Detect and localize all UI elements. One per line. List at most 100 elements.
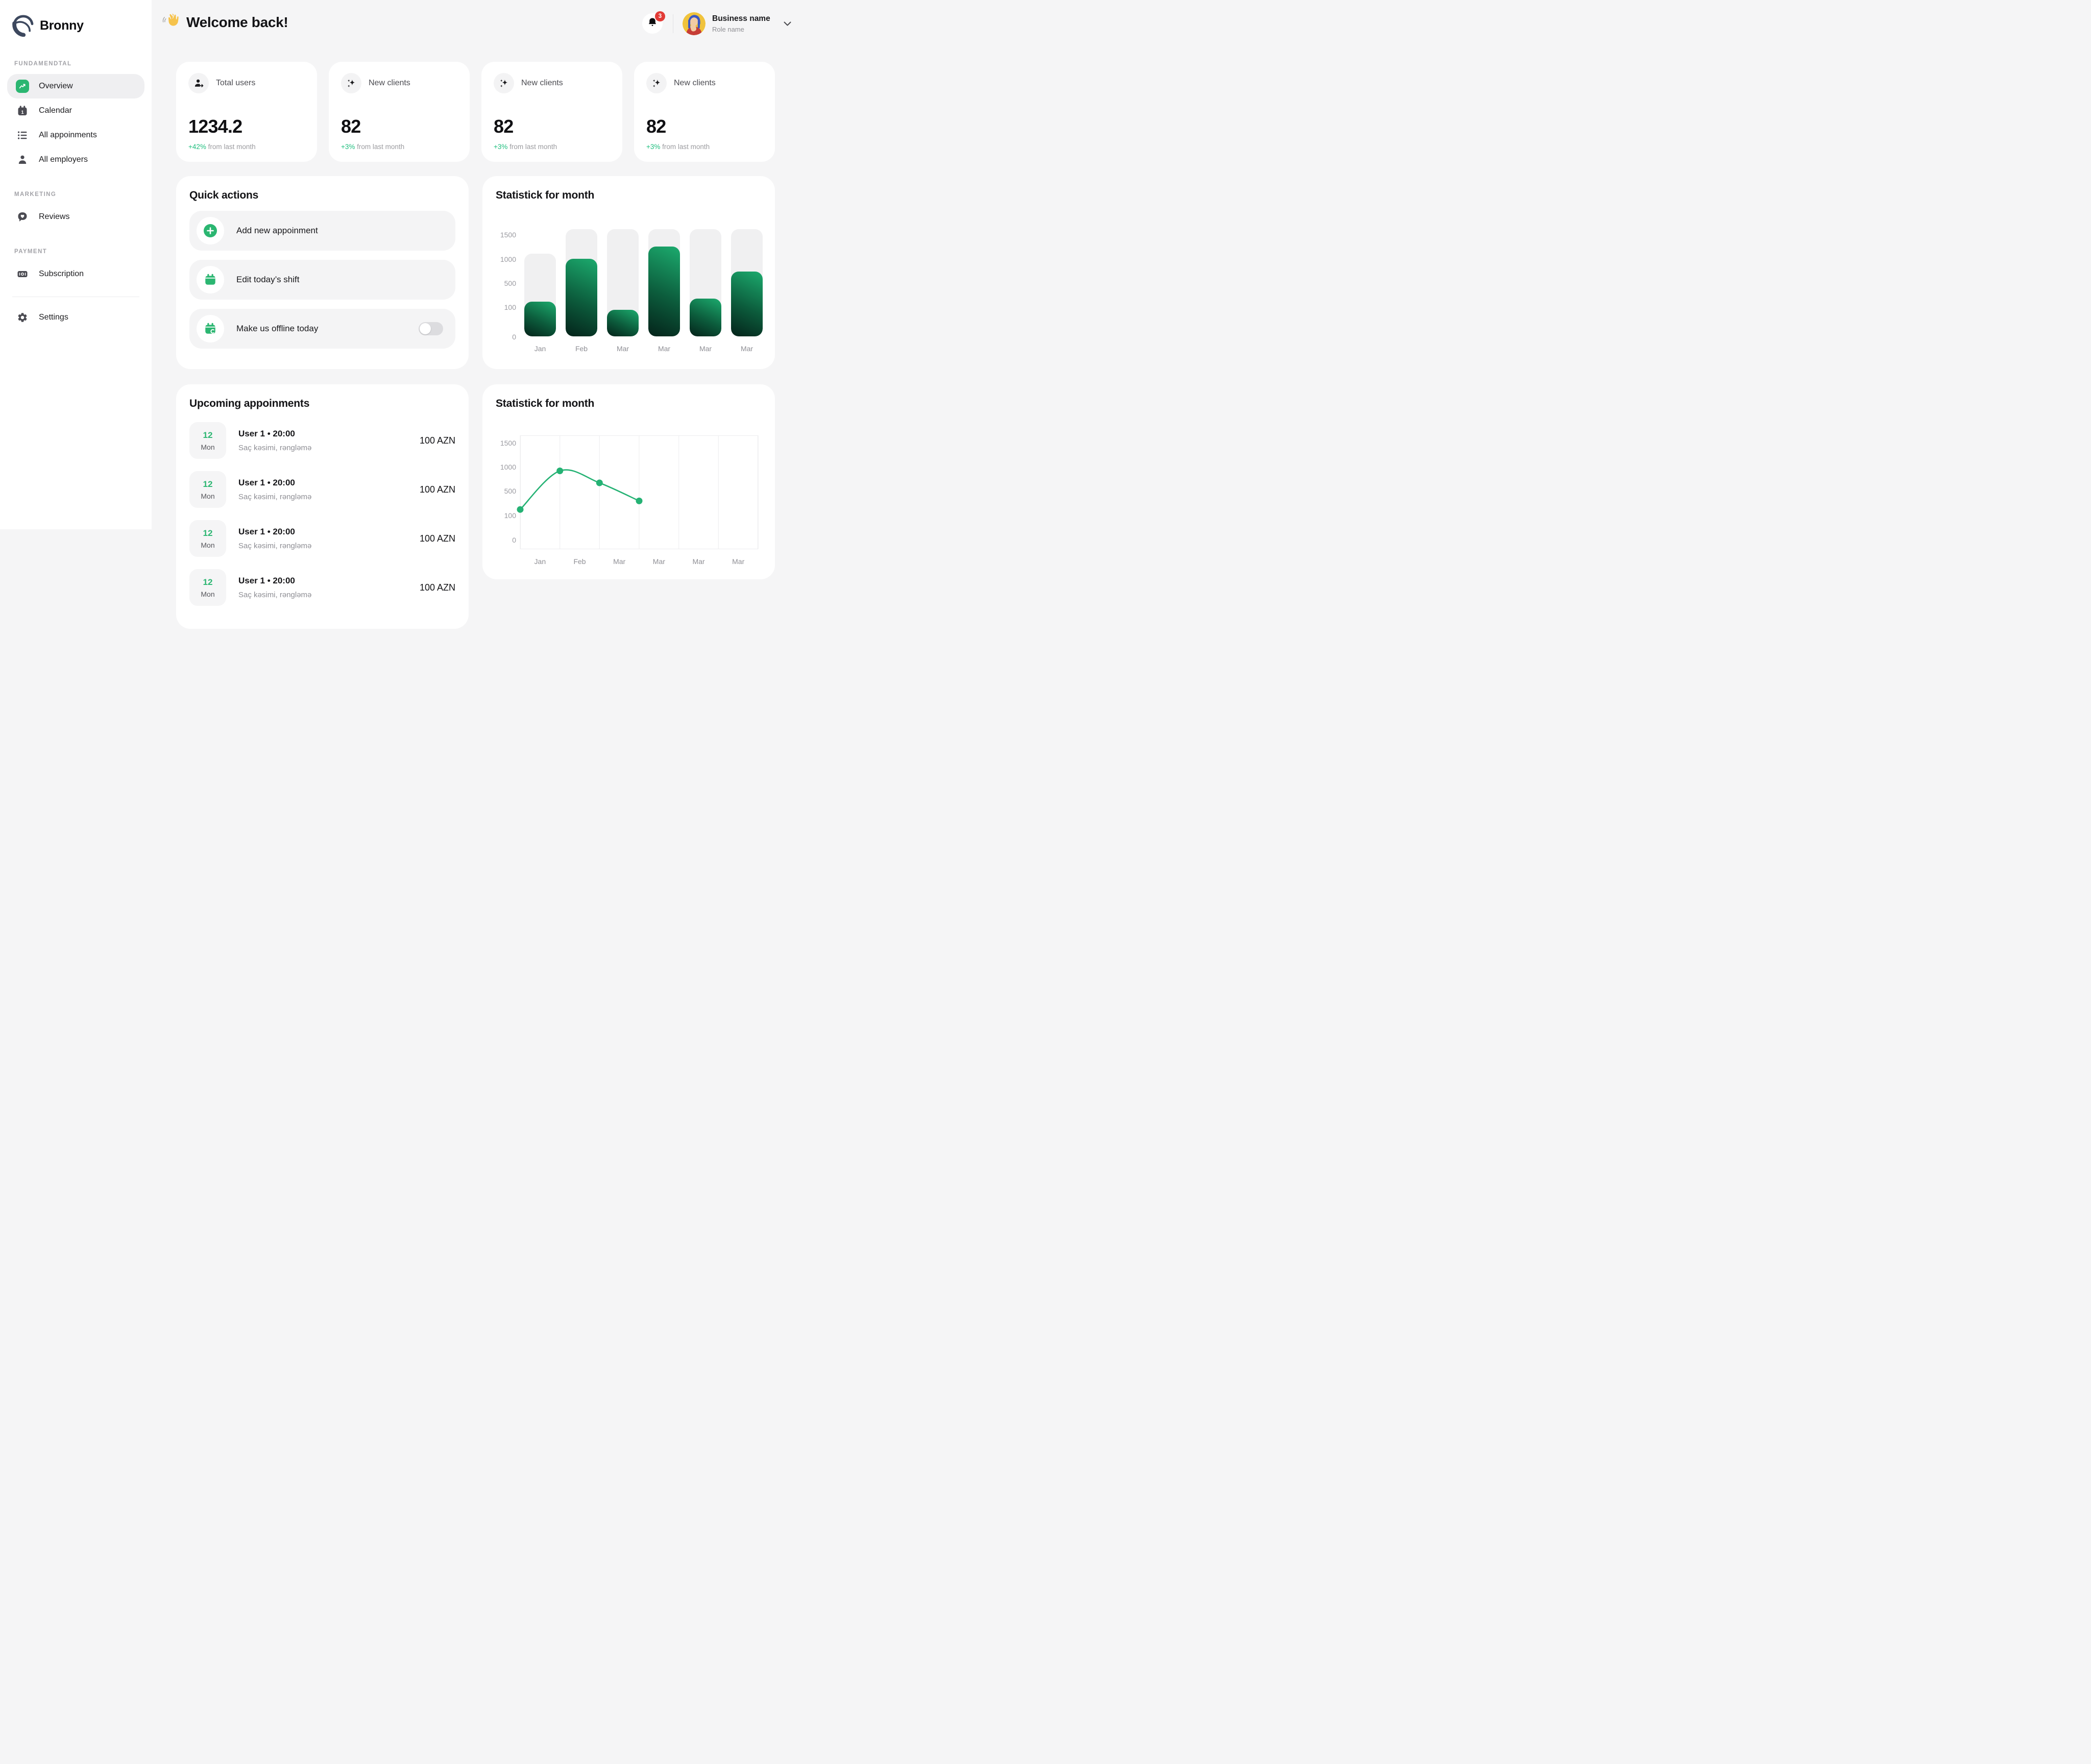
add-appoinment-button[interactable]: Add new appoinment (189, 211, 455, 251)
x-axis-tick-label: Mar (652, 557, 665, 566)
bar-value (648, 247, 680, 336)
wave-emoji (162, 12, 180, 32)
appointment-day: 12 (203, 577, 213, 587)
x-axis-tick-label: Mar (658, 345, 671, 353)
x-axis-tick-label: Jan (534, 345, 546, 353)
stat-card-total-users: Total users 1234.2 +42% from last month (176, 62, 317, 162)
sidebar-item-settings[interactable]: Settings (7, 305, 144, 330)
stat-delta-percent: +42% (188, 143, 206, 151)
stat-delta-percent: +3% (646, 143, 661, 151)
stat-value: 1234.2 (188, 116, 242, 137)
bar-value (690, 299, 721, 336)
appointment-row[interactable]: 12 Mon User 1 • 20:00 Saç kəsimi, rənglə… (189, 471, 455, 508)
sidebar-item-all-appoinments[interactable]: All appoinments (7, 123, 144, 148)
y-axis-tick-label: 0 (512, 333, 516, 341)
sparkles-icon (494, 73, 514, 93)
stat-delta-text: from last month (660, 143, 710, 151)
sparkles-icon (646, 73, 667, 93)
stat-value: 82 (341, 116, 361, 137)
appointments-title: Upcoming appoinments (189, 398, 310, 409)
sidebar-item-subscription[interactable]: Subscription (7, 262, 144, 286)
business-name: Business name (712, 14, 770, 23)
sidebar-item-calendar[interactable]: 1 Calendar (7, 99, 144, 123)
appointment-services: Saç kəsimi, rəngləmə (238, 542, 312, 550)
appointment-title: User 1 • 20:00 (238, 527, 295, 536)
brand-name: Bronny (40, 18, 84, 33)
date-tile: 12 Mon (189, 422, 226, 459)
bar-column: Mar (731, 229, 763, 353)
appointment-texts: User 1 • 20:00 Saç kəsimi, rəngləmə (238, 429, 311, 452)
chevron-down-icon[interactable] (784, 19, 791, 29)
toggle-knob (420, 323, 431, 334)
appointment-title: User 1 • 20:00 (238, 478, 295, 487)
x-axis-tick-label: Feb (573, 557, 586, 566)
stat-delta-text: from last month (355, 143, 405, 151)
quick-action-label: Make us offline today (236, 324, 319, 333)
bar-chart-card: Statistick for month 0 100 500 1000 1500 Jan… (482, 176, 775, 369)
edit-shift-button[interactable]: Edit today’s shift (189, 260, 455, 300)
x-axis-tick-label: Mar (692, 557, 705, 566)
banknote-icon (16, 267, 29, 281)
appointment-day: 12 (203, 479, 213, 489)
sidebar-item-overview[interactable]: Overview (7, 74, 144, 99)
x-axis-tick-label: Jan (534, 557, 546, 566)
bar-column: Jan (524, 229, 556, 353)
appointment-title: User 1 • 20:00 (238, 576, 295, 585)
profile-menu[interactable]: Business name Role name (683, 12, 791, 35)
stat-card-new-clients-3: New clients 82 +3% from last month (634, 62, 775, 162)
appointment-price: 100 AZN (419, 484, 455, 495)
svg-text:1: 1 (21, 110, 24, 115)
stat-delta: +3% from last month (646, 143, 763, 151)
bar-track (731, 229, 763, 336)
bar-track (690, 229, 721, 336)
offline-today-row[interactable]: Make us offline today (189, 309, 455, 349)
x-axis-tick-label: Mar (613, 557, 626, 566)
offline-toggle[interactable] (419, 322, 443, 335)
stat-delta: +3% from last month (494, 143, 610, 151)
appointment-day: 12 (203, 430, 213, 440)
appointment-texts: User 1 • 20:00 Saç kəsimi, rəngləmə (238, 576, 311, 599)
appointment-row[interactable]: 12 Mon User 1 • 20:00 Saç kəsimi, rənglə… (189, 422, 455, 459)
appointments-card: Upcoming appoinments 12 Mon User 1 • 20:… (176, 384, 469, 629)
sparkles-icon (341, 73, 361, 93)
y-axis-tick-label: 0 (512, 536, 516, 544)
stat-label: New clients (369, 79, 410, 87)
appointment-services: Saç kəsimi, rəngləmə (238, 493, 312, 501)
y-axis-tick-label: 1500 (500, 439, 516, 447)
gear-icon (16, 311, 29, 324)
y-axis-tick-label: 1000 (500, 463, 516, 471)
page-title: Welcome back! (186, 14, 288, 30)
line-chart-plot: Jan Feb Mar Mar Mar Mar (517, 435, 759, 566)
appointment-texts: User 1 • 20:00 Saç kəsimi, rəngləmə (238, 478, 311, 501)
bar-chart-plot: Jan Feb Mar Mar Mar Mar (524, 229, 763, 353)
profile-texts: Business name Role name (712, 14, 770, 33)
x-axis-tick-label: Mar (616, 345, 629, 353)
bar-track (648, 229, 680, 336)
notifications-button[interactable]: 3 (642, 11, 665, 34)
date-tile: 12 Mon (189, 471, 226, 508)
appointment-row[interactable]: 12 Mon User 1 • 20:00 Saç kəsimi, rənglə… (189, 569, 455, 606)
y-axis-tick-label: 500 (504, 279, 516, 287)
calendar-icon: 1 (16, 104, 29, 117)
nav-section-label: PAYMENT (14, 249, 47, 255)
quick-action-label: Edit today’s shift (236, 275, 300, 284)
quick-actions-title: Quick actions (189, 189, 259, 201)
appointment-texts: User 1 • 20:00 Saç kəsimi, rəngləmə (238, 527, 311, 550)
appointment-row[interactable]: 12 Mon User 1 • 20:00 Saç kəsimi, rənglə… (189, 520, 455, 557)
line-chart-title: Statistick for month (496, 398, 595, 409)
bar-column: Mar (607, 229, 639, 353)
logo[interactable]: Bronny (0, 0, 152, 39)
appointment-day: 12 (203, 528, 213, 538)
bar-value (524, 302, 556, 336)
stat-cards-row: Total users 1234.2 +42% from last month … (176, 62, 775, 162)
appointment-weekday: Mon (201, 541, 215, 549)
stat-value: 82 (646, 116, 666, 137)
bar-track (566, 229, 597, 336)
sidebar-item-label: Reviews (39, 212, 70, 221)
sidebar-item-reviews[interactable]: Reviews (7, 205, 144, 229)
bar-column: Mar (690, 229, 721, 353)
x-axis-tick-label: Mar (740, 345, 753, 353)
sidebar-item-all-employers[interactable]: All employers (7, 148, 144, 172)
sidebar-item-label: All appoinments (39, 131, 97, 139)
bar-chart-title: Statistick for month (496, 189, 595, 201)
